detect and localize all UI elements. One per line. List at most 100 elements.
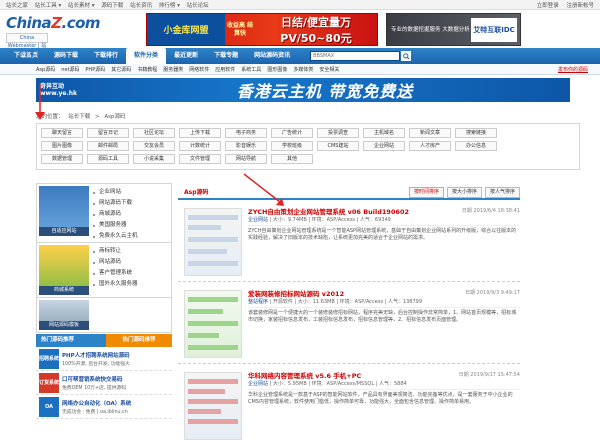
login-link[interactable]: 立即登录 <box>537 3 559 9</box>
search-box <box>310 51 412 61</box>
ad-banner-side[interactable]: 专业的数据挖掘服务 大数据分析 艾特互联IDC <box>386 13 521 46</box>
subnav-item[interactable]: 服务器类 <box>163 66 183 73</box>
search-input[interactable] <box>310 51 401 61</box>
category-tag[interactable]: 源码工具 <box>87 154 129 164</box>
promo-link[interactable]: 客户管理系统 <box>91 268 171 279</box>
top-link[interactable]: 站长之家 <box>6 3 28 9</box>
category-tag[interactable]: 电子商务 <box>225 128 267 138</box>
subnav-item[interactable]: Asp源码 <box>36 66 55 73</box>
subnav-item[interactable]: 系统工具 <box>241 66 261 73</box>
category-tag[interactable]: 投票调查 <box>317 128 359 138</box>
promo-thumbnail[interactable]: 自适应网站 <box>39 186 89 236</box>
breadcrumb-current[interactable]: Asp源码 <box>104 114 125 120</box>
category-tag-row: 图片图像 邮件邮局 交友会员 计数统计 影音娱乐 学校班级 CMS建站 企业网站… <box>41 141 575 151</box>
top-link[interactable]: 排行榜 ▾ <box>159 3 180 9</box>
top-link[interactable]: 站长论坛 <box>187 3 209 9</box>
hosting-ad-banner[interactable]: 奇异互动 www.ye.hk 香港云主机 带宽免费送 <box>36 78 570 102</box>
subnav-item[interactable]: 网络软件 <box>189 66 209 73</box>
nav-item-ranking[interactable]: 下载排行 <box>86 48 126 64</box>
promo-link[interactable]: 商城源码 <box>91 209 171 220</box>
category-tag[interactable]: 计数统计 <box>179 141 221 151</box>
category-tag[interactable]: 主机域名 <box>363 128 405 138</box>
hot-source-item[interactable]: 招聘系统 PHP人才招聘系统网站源码 100%开源, 后台开发, 功能强大 <box>36 347 172 371</box>
subnav-item[interactable]: 安全相关 <box>319 66 339 73</box>
promo-link[interactable]: 美国服务器 <box>91 220 171 231</box>
source-screenshot[interactable] <box>184 290 242 358</box>
source-category-link[interactable]: 企业网站 <box>248 217 268 223</box>
category-tag[interactable]: 数据管理 <box>41 154 83 164</box>
sort-by-popularity-button[interactable]: 按人气排序 <box>484 187 520 198</box>
source-screenshot[interactable] <box>184 372 242 440</box>
category-tag[interactable]: 办公信息 <box>455 141 497 151</box>
category-tag[interactable]: 聊天留言 <box>41 128 83 138</box>
source-category-link[interactable]: 整站程序 <box>248 299 268 305</box>
sort-by-time-button[interactable]: 按时间排序 <box>408 187 444 198</box>
category-tag[interactable]: 新闻文章 <box>409 128 451 138</box>
promo-link[interactable]: 企业网站 <box>91 187 171 198</box>
promo-links: 商标转让 网站源码 客户管理系统 国外永久服务器 <box>91 243 171 297</box>
ad-banner-side-logo: 艾特互联IDC <box>471 17 517 42</box>
source-list-title: Asp源码 <box>184 189 209 196</box>
top-link[interactable]: 站长工具 ▾ <box>35 3 62 9</box>
subnav-item[interactable]: PHP源码 <box>85 66 105 73</box>
promo-link[interactable]: 商标转让 <box>91 246 171 257</box>
category-tag[interactable]: 企业网站 <box>363 141 405 151</box>
site-logo[interactable]: ChinaZ.com China Webmaster | 站长下载 <box>6 14 104 57</box>
promo-link[interactable]: 国外永久服务器 <box>91 279 171 290</box>
ad-banner-top[interactable]: 小金库网盟 收益高 结算快 日结/便宜量万PV/50~80元 <box>146 13 378 46</box>
category-tag[interactable]: CMS建站 <box>317 141 359 151</box>
nav-item-source-download[interactable]: 源码下载 <box>46 48 86 64</box>
category-tag[interactable]: 留言日记 <box>87 128 129 138</box>
category-tag[interactable]: 交友会员 <box>133 141 175 151</box>
subnav-item[interactable]: 多媒体类 <box>293 66 313 73</box>
source-category-link[interactable]: 企业网站 <box>248 381 268 387</box>
publish-source-link[interactable]: 发布你的源码 <box>558 66 588 73</box>
category-tag[interactable]: 社区论坛 <box>133 128 175 138</box>
hot-source-tab-alt[interactable]: 热门源码推荐 <box>106 334 172 347</box>
top-link[interactable]: 站长资讯 <box>130 3 152 9</box>
category-tag[interactable]: 小说采集 <box>133 154 175 164</box>
promo-thumbnail[interactable]: 商城系统 <box>39 245 89 295</box>
category-tag[interactable]: 邮件邮局 <box>87 141 129 151</box>
sort-by-size-button[interactable]: 按大小排序 <box>446 187 482 198</box>
nav-item-recent[interactable]: 最近更新 <box>166 48 206 64</box>
top-link[interactable]: 源码下载 <box>101 3 123 9</box>
category-tag[interactable]: 搜索链接 <box>455 128 497 138</box>
hot-source-desc: 无成功会 · 免费 | oa.ibilnu.cn <box>62 409 128 415</box>
breadcrumb-link[interactable]: 站长下载 <box>68 114 90 120</box>
ad-banner-side-text: 专业的数据挖掘服务 大数据分析 <box>391 26 470 33</box>
hot-source-tab[interactable]: 热门源码推荐 <box>36 334 106 347</box>
source-screenshot[interactable] <box>184 208 242 276</box>
source-description: ZYCH自由策划企业网站管理系统是一个智能ASP网站管理系统，基础于自由策划企业… <box>248 228 517 241</box>
top-link[interactable]: 站长素材 ▾ <box>68 3 95 9</box>
category-tag[interactable]: 广告统计 <box>271 128 313 138</box>
category-tag[interactable]: 影音娱乐 <box>225 141 267 151</box>
category-tag[interactable]: 网站导航 <box>225 154 267 164</box>
subnav-item[interactable]: 应用软件 <box>215 66 235 73</box>
category-tag[interactable]: 其他 <box>271 154 313 164</box>
hot-source-item[interactable]: OA 网络办公自动化（OA）系统 无成功会 · 免费 | oa.ibilnu.c… <box>36 395 172 419</box>
category-tag[interactable]: 图片图像 <box>41 141 83 151</box>
category-tag-row: 数据管理 源码工具 小说采集 文件管理 网站导航 其他 <box>41 154 575 164</box>
subnav-item[interactable]: 图形图像 <box>267 66 287 73</box>
promo-link[interactable]: 网站源码下载 <box>91 198 171 209</box>
category-tag[interactable]: 学校班级 <box>271 141 313 151</box>
category-tag[interactable]: 上传下载 <box>179 128 221 138</box>
nav-item-categories[interactable]: 软件分类 <box>126 48 167 64</box>
hot-source-item[interactable]: 订货系统 口可帮营销系统快交易码 免费OEM 10万+店, 提供源码 <box>36 371 172 395</box>
promo-thumbnail[interactable]: 网站源码模板 <box>39 300 89 330</box>
register-link[interactable]: 注册新帐号 <box>566 3 594 9</box>
nav-item-news[interactable]: 网站源码资讯 <box>246 48 298 64</box>
category-tag[interactable]: 文件管理 <box>179 154 221 164</box>
search-button[interactable] <box>401 51 412 61</box>
nav-item-topics[interactable]: 下载专题 <box>206 48 246 64</box>
category-tag[interactable]: 人才房产 <box>409 141 451 151</box>
source-entry: 华科网络内容管理系统 v5.6 手机+PC 日期 2019/9/17 15:47… <box>178 364 520 440</box>
hot-source-desc: 免费OEM 10万+店, 提供源码 <box>62 385 127 391</box>
promo-link[interactable]: 网站源码 <box>91 257 171 268</box>
subnav-item[interactable]: 书籍教程 <box>137 66 157 73</box>
subnav-item[interactable]: net源码 <box>61 66 79 73</box>
subnav-item[interactable]: 其它源码 <box>111 66 131 73</box>
promo-link[interactable]: 免费永久云主机 <box>91 231 171 242</box>
hosting-ad-brand: 奇异互动 www.ye.hk <box>40 83 78 97</box>
